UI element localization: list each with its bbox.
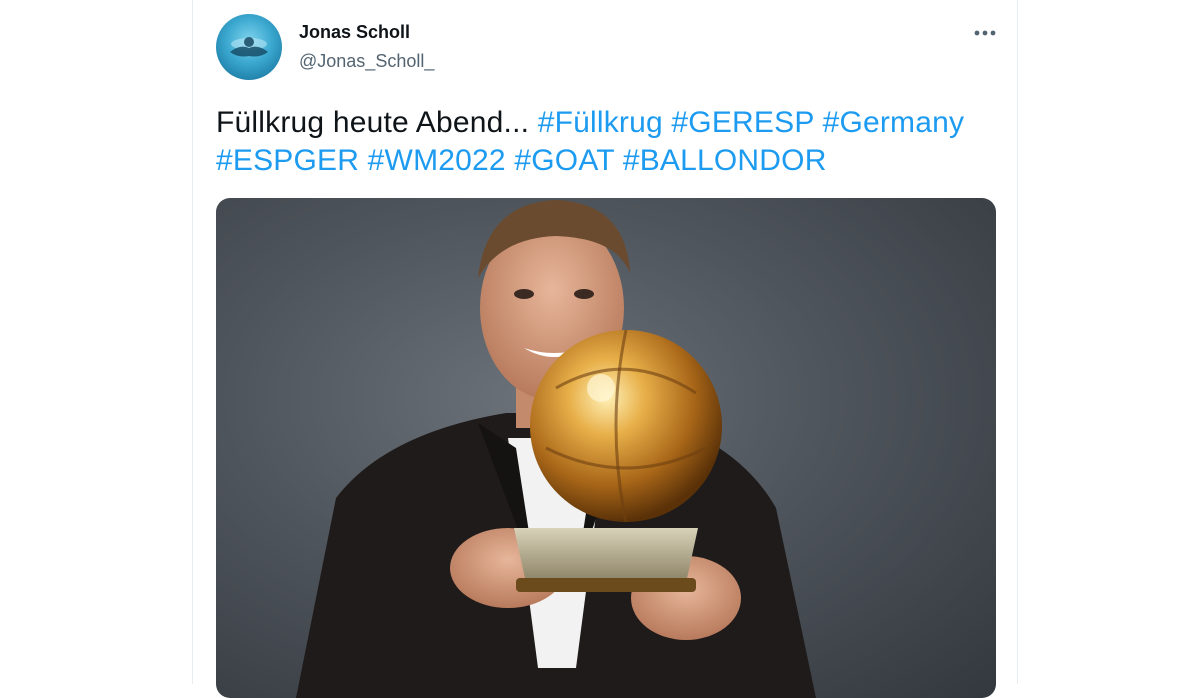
- hashtag-link[interactable]: #WM2022: [368, 144, 506, 177]
- photo-illustration: [296, 200, 816, 698]
- hashtag-link[interactable]: #BALLONDOR: [623, 144, 827, 177]
- avatar-image: [230, 37, 268, 57]
- hashtag-link[interactable]: #GERESP: [671, 106, 814, 139]
- author-name[interactable]: Jonas Scholl: [299, 22, 410, 43]
- hashtag-link[interactable]: #Füllkrug: [538, 106, 663, 139]
- author-handle[interactable]: @Jonas_Scholl_: [299, 51, 434, 72]
- tweet-card: Jonas Scholl @Jonas_Scholl_ Füllkrug heu…: [192, 0, 1018, 698]
- hashtag-link[interactable]: #ESPGER: [216, 144, 359, 177]
- tweet-body-text: Füllkrug heute Abend...: [216, 106, 530, 139]
- tweet-media-photo[interactable]: [216, 198, 996, 698]
- golden-ball: [530, 330, 722, 522]
- tweet-text: Füllkrug heute Abend... #Füllkrug #GERES…: [216, 104, 1006, 180]
- more-options-icon: [974, 30, 996, 36]
- avatar[interactable]: [216, 14, 282, 80]
- more-options-button[interactable]: [969, 20, 1001, 46]
- hashtag-link[interactable]: #Germany: [823, 106, 965, 139]
- trophy-base: [514, 528, 698, 583]
- hashtag-link[interactable]: #GOAT: [514, 144, 614, 177]
